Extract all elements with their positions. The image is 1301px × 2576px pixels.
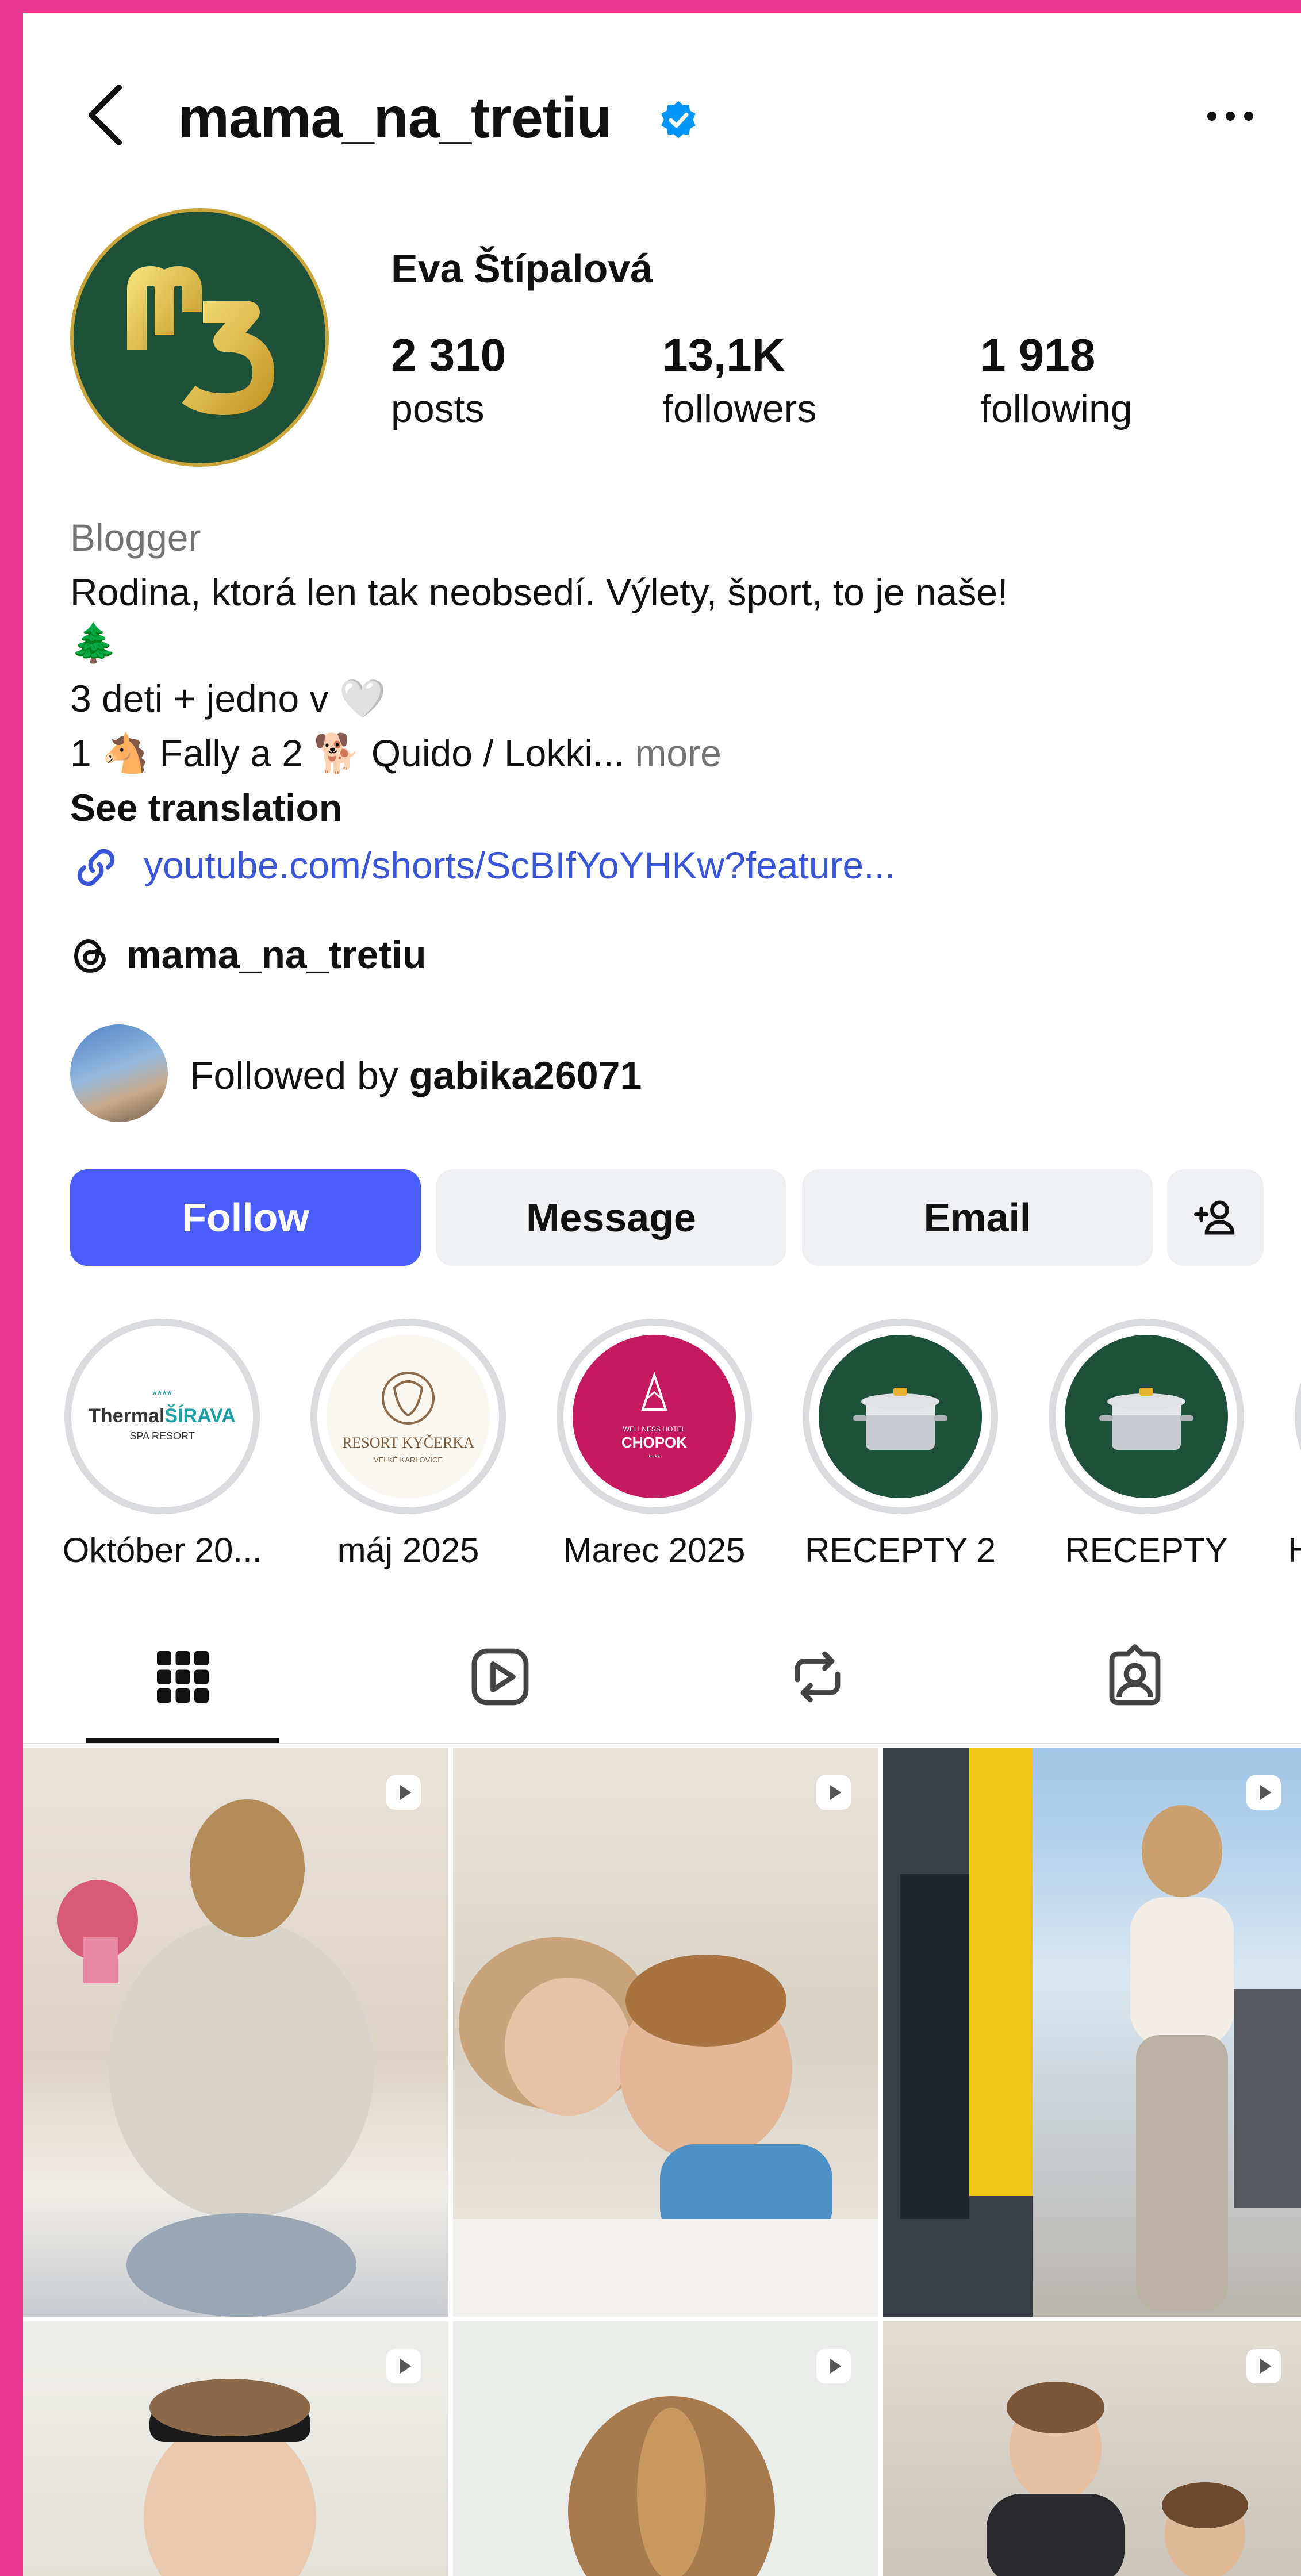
see-translation-link[interactable]: See translation (70, 786, 342, 830)
svg-text:RESORT KYČERKA: RESORT KYČERKA (342, 1434, 474, 1451)
add-user-icon (1193, 1200, 1235, 1235)
highlight-thermal-sirava[interactable]: **** ThermalŠÍRAVA SPA RESORT (64, 1319, 260, 1514)
email-button[interactable]: Email (802, 1169, 1153, 1266)
highlight-label: RECEPTY (1065, 1531, 1228, 1569)
posts-count[interactable]: 2 310 (391, 329, 506, 382)
bio-line-text: 1 🐴 Fally a 2 🐕 Quido / Lokki... (70, 732, 625, 774)
reels-icon[interactable] (466, 1642, 535, 1711)
highlight-label: Marec 2025 (563, 1531, 746, 1569)
post-thumbnail[interactable] (453, 1748, 878, 2317)
follow-button[interactable]: Follow (70, 1169, 421, 1266)
message-button[interactable]: Message (436, 1169, 786, 1266)
followed-by-text[interactable]: Followed by gabika26071 (190, 1053, 642, 1098)
more-options-icon[interactable] (1202, 105, 1259, 128)
reposts-icon[interactable] (783, 1642, 852, 1711)
cooking-pot-icon (1099, 1388, 1193, 1450)
highlight-label: RECEPTY 2 (804, 1531, 996, 1569)
post-image (883, 1748, 1301, 2317)
bio-line: 1 🐴 Fally a 2 🐕 Quido / Lokki... more (70, 731, 722, 776)
display-name: Eva Štípalová (391, 246, 653, 291)
post-thumbnail[interactable] (23, 2321, 448, 2576)
svg-text:****: **** (152, 1388, 172, 1402)
followed-by-user[interactable]: gabika26071 (409, 1054, 642, 1097)
reel-badge-icon (386, 2349, 421, 2383)
highlight-recepty[interactable] (1049, 1319, 1244, 1514)
following-count[interactable]: 1 918 (980, 329, 1095, 382)
highlight-hotel-chopok[interactable]: WELLNESS HOTEL CHOPOK **** (557, 1319, 752, 1514)
profile-link[interactable]: youtube.com/shorts/ScBIfYoYHKw?feature..… (144, 843, 895, 887)
highlight-resort-kycerka[interactable]: RESORT KYČERKA VELKÉ KARLOVICE (310, 1319, 506, 1514)
post-thumbnail[interactable] (23, 1748, 448, 2317)
profile-username: mama_na_tretiu (178, 86, 612, 150)
svg-text:****: **** (648, 1453, 661, 1462)
back-arrow-icon[interactable] (83, 80, 129, 149)
svg-text:WELLNESS HOTEL: WELLNESS HOTEL (623, 1425, 686, 1433)
posts-label[interactable]: posts (391, 386, 485, 431)
hotel-chopok-logo: WELLNESS HOTEL CHOPOK **** (621, 1371, 687, 1462)
follower-avatar[interactable] (70, 1024, 168, 1122)
followed-by-prefix: Followed by (190, 1054, 398, 1097)
thermal-sirava-logo: **** ThermalŠÍRAVA SPA RESORT (89, 1388, 236, 1442)
tab-divider (23, 1743, 1301, 1744)
highlight-label: Október 20... (62, 1531, 262, 1569)
reel-badge-icon (816, 2349, 851, 2383)
highlight-label: máj 2025 (337, 1531, 479, 1569)
resort-kycerka-logo: RESORT KYČERKA VELKÉ KARLOVICE (342, 1372, 474, 1464)
post-image (57, 1799, 374, 2317)
bio-line: 🌲 (70, 621, 118, 664)
threads-icon[interactable] (70, 935, 112, 977)
link-icon (77, 849, 115, 886)
reel-badge-icon (816, 1775, 851, 1810)
reel-badge-icon (1246, 1775, 1281, 1810)
bio-line: Rodina, ktorá len tak neobsedí. Výlety, … (70, 571, 1008, 613)
svg-text:SPA RESORT: SPA RESORT (129, 1430, 194, 1442)
svg-text:VELKÉ KARLOVICE: VELKÉ KARLOVICE (374, 1456, 443, 1464)
highlight-recepty-2[interactable] (803, 1319, 998, 1514)
svg-text:CHOPOK: CHOPOK (621, 1434, 687, 1451)
tagged-icon[interactable] (1100, 1642, 1169, 1711)
threads-handle[interactable]: mama_na_tretiu (126, 932, 427, 977)
profile-avatar[interactable] (70, 208, 329, 467)
post-image (453, 1937, 878, 2317)
m3-logo (127, 266, 274, 415)
bio-line: 3 deti + jedno v 🤍 (70, 677, 387, 720)
highlight-label: H (1288, 1531, 1301, 1569)
highlight-partial[interactable] (1295, 1319, 1301, 1514)
svg-text:ThermalŠÍRAVA: ThermalŠÍRAVA (89, 1404, 236, 1427)
reel-badge-icon (386, 1775, 421, 1810)
following-label[interactable]: following (980, 386, 1133, 431)
verified-badge-icon (661, 101, 696, 139)
post-thumbnail[interactable] (883, 1748, 1301, 2317)
grid-icon[interactable] (148, 1642, 217, 1711)
active-tab-indicator (86, 1738, 279, 1743)
cooking-pot-icon (853, 1388, 947, 1450)
profile-screen: mama_na_tretiu Eva Štípalová 2 310 posts… (23, 13, 1301, 2576)
post-image (987, 2382, 1248, 2576)
followers-count[interactable]: 13,1K (662, 329, 785, 382)
post-thumbnail[interactable] (453, 2321, 878, 2576)
followers-label[interactable]: followers (662, 386, 816, 431)
profile-category: Blogger (70, 516, 201, 559)
suggested-users-button[interactable] (1167, 1169, 1264, 1266)
bio-more-link[interactable]: more (635, 732, 721, 774)
post-thumbnail[interactable] (883, 2321, 1301, 2576)
reel-badge-icon (1246, 2349, 1281, 2383)
